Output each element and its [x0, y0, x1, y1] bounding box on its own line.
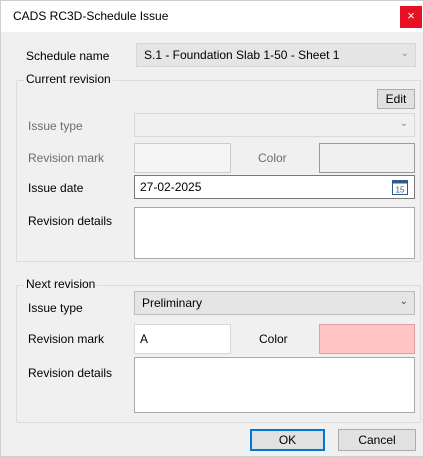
cancel-button[interactable]: Cancel: [338, 429, 416, 451]
current-revision-details-label: Revision details: [28, 214, 113, 228]
window-title: CADS RC3D-Schedule Issue: [13, 9, 169, 23]
ok-button[interactable]: OK: [250, 429, 325, 451]
next-revision-details-textarea[interactable]: [134, 357, 415, 413]
next-revision-details-label: Revision details: [28, 366, 113, 380]
chevron-down-icon: ⌄: [399, 118, 408, 129]
next-color-label: Color: [259, 332, 288, 346]
issue-date-value: 27-02-2025: [140, 180, 202, 194]
title-bar: CADS RC3D-Schedule Issue ×: [1, 1, 423, 32]
next-revision-mark-input[interactable]: A: [134, 324, 231, 354]
calendar-icon[interactable]: 15: [392, 179, 408, 195]
next-issue-type-value: Preliminary: [142, 296, 203, 310]
close-button[interactable]: ×: [400, 6, 422, 28]
close-icon: ×: [407, 8, 415, 23]
current-revision-title: Current revision: [24, 72, 113, 86]
chevron-down-icon: ⌄: [400, 48, 409, 59]
schedule-name-label: Schedule name: [26, 49, 110, 63]
next-issue-type-select[interactable]: Preliminary ⌄: [134, 291, 415, 315]
schedule-issue-dialog: CADS RC3D-Schedule Issue × Schedule name…: [0, 0, 424, 457]
issue-date-label: Issue date: [28, 181, 84, 195]
chevron-down-icon: ⌄: [399, 296, 408, 307]
next-color-swatch[interactable]: [319, 324, 415, 354]
next-revision-title: Next revision: [24, 277, 98, 291]
edit-button[interactable]: Edit: [377, 89, 415, 109]
current-revision-mark-input[interactable]: [134, 143, 231, 173]
schedule-name-value: S.1 - Foundation Slab 1-50 - Sheet 1: [144, 48, 340, 62]
next-revision-mark-label: Revision mark: [28, 332, 105, 346]
current-color-label: Color: [258, 151, 287, 165]
current-issue-type-label: Issue type: [28, 119, 83, 133]
current-revision-mark-label: Revision mark: [28, 151, 105, 165]
next-issue-type-label: Issue type: [28, 301, 83, 315]
current-color-swatch[interactable]: [319, 143, 415, 173]
current-revision-details-textarea[interactable]: [134, 207, 415, 259]
issue-date-picker[interactable]: 27-02-2025 15: [134, 175, 415, 199]
next-revision-mark-value: A: [140, 332, 149, 346]
calendar-day: 15: [396, 186, 405, 195]
current-issue-type-select[interactable]: ⌄: [134, 113, 415, 137]
schedule-name-select[interactable]: S.1 - Foundation Slab 1-50 - Sheet 1 ⌄: [136, 43, 416, 67]
